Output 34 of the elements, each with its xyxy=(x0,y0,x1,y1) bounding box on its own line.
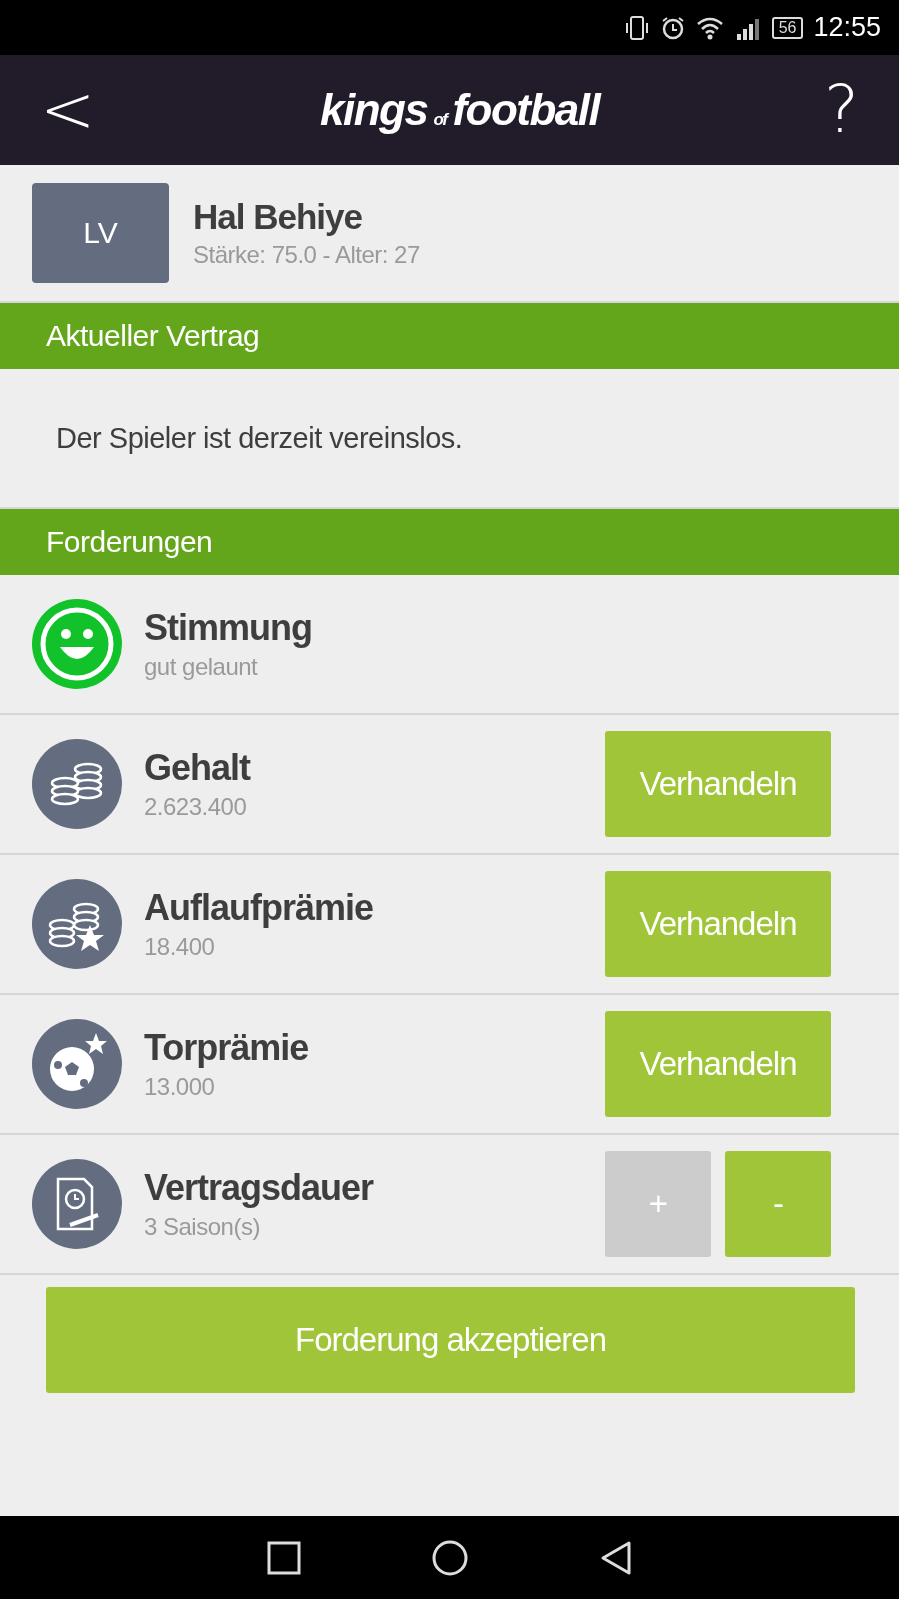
home-icon[interactable] xyxy=(430,1538,469,1577)
demand-value: 2.623.400 xyxy=(144,793,248,821)
demand-label: Auflaufprämie xyxy=(144,887,375,929)
clock: 12:55 xyxy=(813,12,881,43)
vibrate-icon xyxy=(623,14,650,41)
section-header: Forderungen xyxy=(0,509,899,575)
demand-label: Vertragsdauer xyxy=(144,1167,375,1209)
player-name: Hal Behiye xyxy=(193,197,363,237)
negotiate-button[interactable]: Verhandeln xyxy=(605,1011,831,1117)
demand-value: 18.400 xyxy=(144,933,216,961)
position-badge: LV xyxy=(32,183,169,283)
accept-button[interactable]: Forderung akzeptieren xyxy=(46,1287,855,1393)
back-button[interactable]: < xyxy=(30,77,106,143)
logo-word: kings xyxy=(319,85,428,135)
smiley-icon xyxy=(32,599,122,689)
demand-value: 3 Saison(s) xyxy=(144,1213,261,1241)
demand-label: Stimmung xyxy=(144,607,313,649)
recents-icon[interactable] xyxy=(266,1540,301,1575)
battery-icon: 56 xyxy=(771,16,804,39)
contract-clock-icon xyxy=(32,1159,122,1249)
demand-label: Torprämie xyxy=(144,1027,310,1069)
stepper-button[interactable]: - xyxy=(725,1151,831,1257)
player-details: Stärke: 75.0 - Alter: 27 xyxy=(193,241,421,269)
logo-word: football xyxy=(452,85,600,135)
demand-label: Gehalt xyxy=(144,747,252,789)
coins-icon xyxy=(32,739,122,829)
demand-value: 13.000 xyxy=(144,1073,216,1101)
help-button[interactable]: ? xyxy=(813,77,869,143)
negotiate-button[interactable]: Verhandeln xyxy=(605,871,831,977)
demand-value: gut gelaunt xyxy=(144,653,259,681)
section-header: Aktueller Vertrag xyxy=(0,303,899,369)
negotiate-button[interactable]: Verhandeln xyxy=(605,731,831,837)
wifi-icon xyxy=(695,15,724,40)
logo-word: of xyxy=(433,110,447,130)
